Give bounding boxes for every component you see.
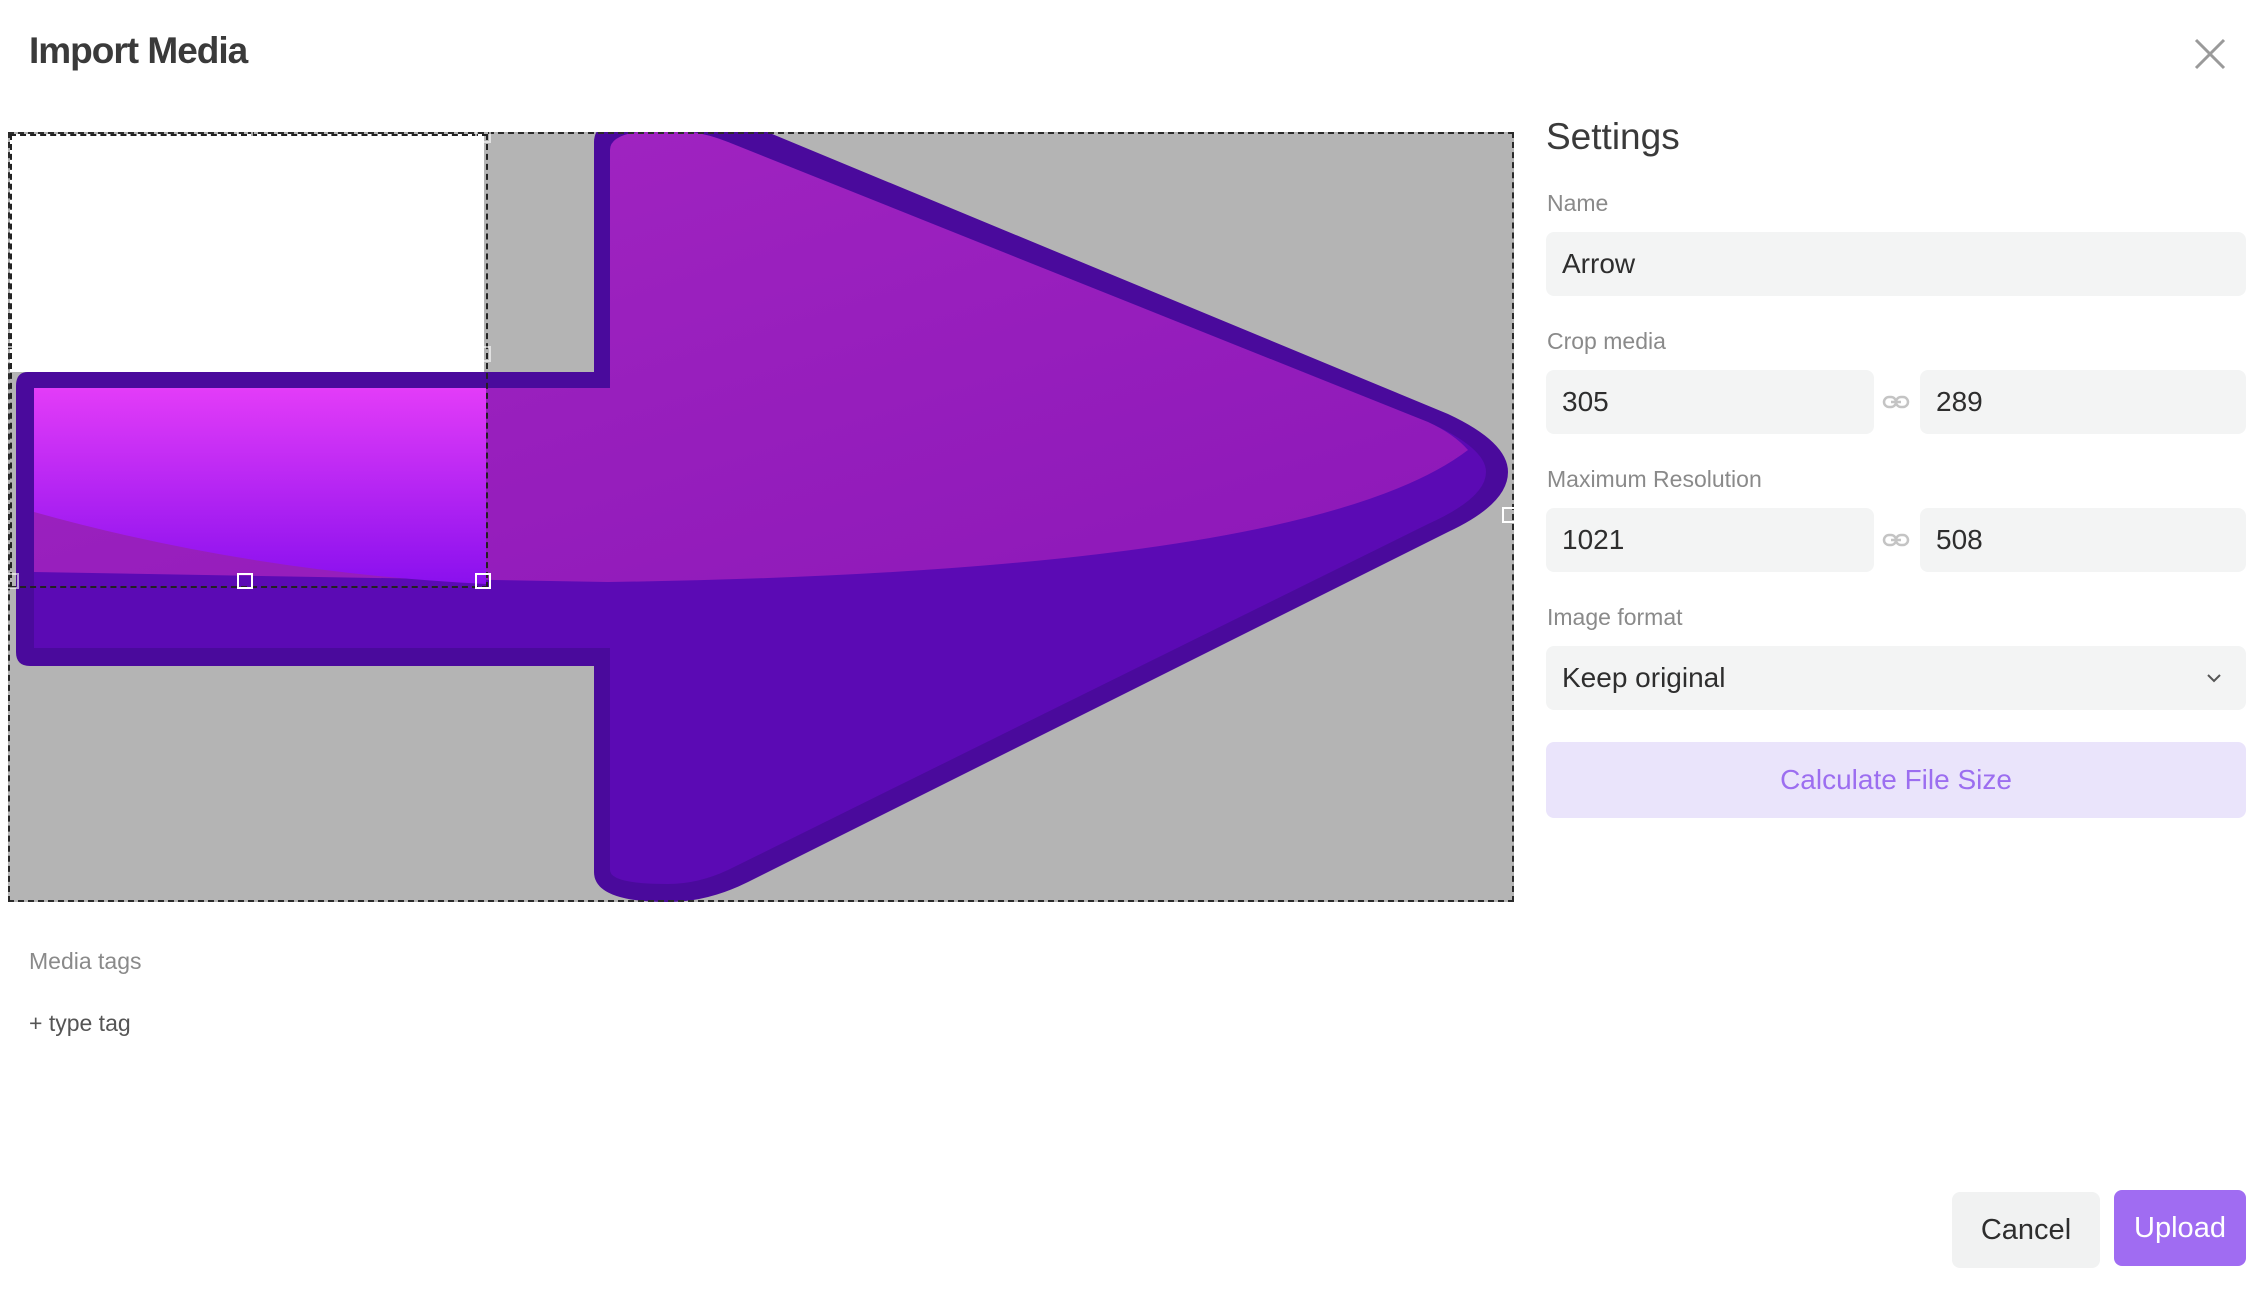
close-icon xyxy=(2194,38,2226,70)
close-button[interactable] xyxy=(2190,34,2230,74)
crop-handle-bottom-right[interactable] xyxy=(475,573,491,589)
crop-media-label: Crop media xyxy=(1547,328,1666,354)
crop-handle-top-right[interactable] xyxy=(475,127,491,143)
max-resolution-label: Maximum Resolution xyxy=(1547,466,1762,492)
add-tag-input[interactable]: + type tag xyxy=(29,1010,131,1037)
crop-width-field[interactable]: 305 xyxy=(1546,370,1874,434)
name-label: Name xyxy=(1547,190,1609,216)
media-tags-label: Media tags xyxy=(29,948,142,974)
chevron-down-icon xyxy=(2207,674,2221,683)
crop-handle-right[interactable] xyxy=(475,346,491,362)
image-format-label: Image format xyxy=(1547,604,1683,630)
crop-height-field[interactable]: 289 xyxy=(1920,370,2246,434)
crop-handle-left[interactable] xyxy=(3,346,19,362)
crop-handle-bottom-left[interactable] xyxy=(3,573,19,589)
image-editor[interactable] xyxy=(3,127,1518,902)
canvas-handle-right[interactable] xyxy=(1502,507,1518,523)
crop-selection[interactable] xyxy=(10,134,488,588)
resolution-width-field[interactable]: 1021 xyxy=(1546,508,1874,572)
image-format-value: Keep original xyxy=(1562,662,1726,693)
resolution-height-field[interactable]: 508 xyxy=(1920,508,2246,572)
dialog-title: Import Media xyxy=(29,30,248,71)
settings-title: Settings xyxy=(1546,116,1680,157)
image-format-select[interactable]: Keep original xyxy=(1546,646,2246,710)
name-field[interactable]: Arrow xyxy=(1546,232,2246,296)
link-icon[interactable] xyxy=(1882,526,1910,554)
calculate-file-size-button[interactable]: Calculate File Size xyxy=(1546,742,2246,818)
crop-handle-bottom[interactable] xyxy=(237,573,253,589)
link-icon[interactable] xyxy=(1882,388,1910,416)
upload-button[interactable]: Upload xyxy=(2114,1190,2246,1266)
crop-handle-top[interactable] xyxy=(237,127,253,143)
cancel-button[interactable]: Cancel xyxy=(1952,1192,2100,1268)
